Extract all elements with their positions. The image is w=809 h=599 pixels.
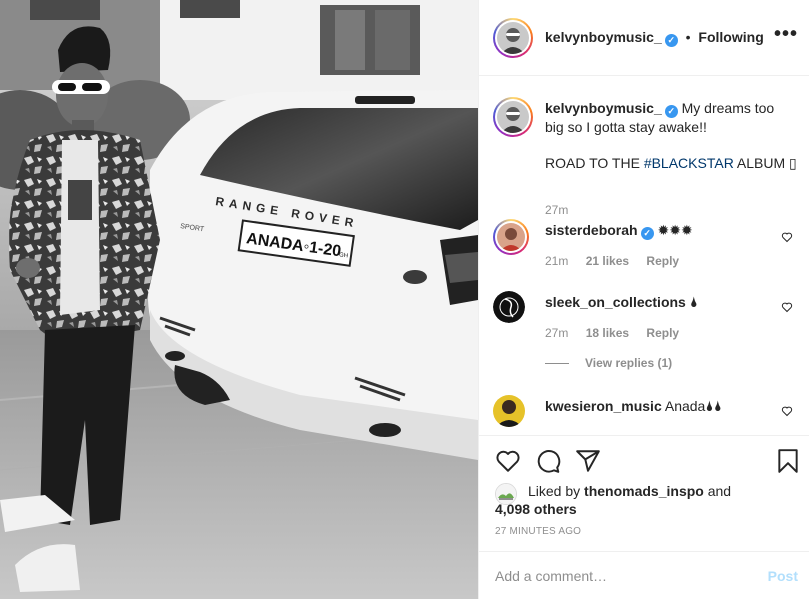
comment-username[interactable]: sleek_on_collections (545, 294, 686, 310)
comment-input[interactable] (495, 566, 745, 586)
author-avatar-image (497, 22, 529, 54)
author-username[interactable]: kelvynboymusic_ (545, 29, 662, 45)
reply-button[interactable]: Reply (646, 254, 679, 268)
comment-avatar-image (493, 291, 525, 323)
likes-others[interactable]: 4,098 others (495, 500, 577, 518)
comment-likes[interactable]: 21 likes (586, 254, 629, 268)
caption-username[interactable]: kelvynboymusic_ (545, 100, 662, 116)
reply-button[interactable]: Reply (646, 326, 679, 340)
comment-text: 🌢 (689, 294, 699, 310)
comment-avatar[interactable] (493, 219, 529, 255)
bookmark-icon[interactable] (775, 448, 801, 474)
comment-avatar-image (493, 395, 525, 427)
caption-avatar-image (497, 101, 529, 133)
caption-line2-prefix: ROAD TO THE (545, 155, 644, 171)
comment-time: 21m (545, 254, 569, 268)
land-rover-logo (403, 270, 427, 284)
post-header: kelvynboymusic_ ✓ • Following ••• (479, 0, 809, 76)
share-icon[interactable] (575, 448, 601, 474)
caption-avatar[interactable] (493, 97, 533, 137)
comment-username[interactable]: kwesieron_music (545, 398, 662, 414)
likes-prefix: Liked by (528, 483, 585, 499)
comment-icon[interactable] (535, 448, 561, 474)
post-details-panel: kelvynboymusic_ ✓ • Following ••• kelvyn… (478, 0, 809, 599)
comment-avatar[interactable] (493, 291, 525, 323)
plate-region: GH (339, 252, 349, 259)
heart-icon[interactable] (781, 301, 793, 313)
replies-divider (545, 363, 569, 365)
caption-line2-suffix: ALBUM ▯ (733, 155, 797, 171)
add-comment-bar: Post (479, 551, 809, 599)
verified-icon: ✓ (664, 34, 678, 47)
comment-likes[interactable]: 18 likes (586, 326, 629, 340)
verified-icon: ✓ (640, 227, 654, 240)
liker-username[interactable]: thenomads_inspo (584, 483, 704, 499)
more-options-icon[interactable]: ••• (774, 24, 798, 44)
caption-time: 27m (545, 203, 569, 217)
post-timestamp[interactable]: 27 MINUTES AGO (495, 526, 581, 537)
comment-avatar-image (497, 223, 525, 251)
following-button[interactable]: Following (698, 29, 763, 45)
action-bar (479, 435, 809, 485)
heart-icon[interactable] (495, 448, 521, 474)
comment-text: ✹✹✹ (657, 222, 693, 238)
comment-username[interactable]: sisterdeborah (545, 222, 638, 238)
post-photo[interactable]: RANGE ROVER SPORT ANADA◦1-20 GH (0, 0, 478, 599)
separator-dot: • (685, 29, 691, 45)
hashtag-link[interactable]: #BLACKSTAR (644, 155, 734, 171)
heart-icon[interactable] (781, 405, 793, 417)
likes-conj: and (703, 483, 732, 499)
post-comment-button[interactable]: Post (768, 568, 798, 584)
comments-section: kelvynboymusic_ ✓ My dreams too big so I … (479, 77, 809, 435)
view-replies-label: View replies (1) (585, 356, 673, 370)
comment-text: Anada🌢🌢 (664, 398, 723, 414)
post-image: RANGE ROVER SPORT ANADA◦1-20 GH (0, 0, 478, 599)
comment-avatar[interactable] (493, 395, 525, 427)
author-avatar[interactable] (493, 18, 533, 58)
heart-icon[interactable] (781, 231, 793, 243)
comment-time: 27m (545, 326, 569, 340)
view-replies-button[interactable]: View replies (1) (545, 356, 672, 370)
verified-icon: ✓ (664, 105, 678, 118)
